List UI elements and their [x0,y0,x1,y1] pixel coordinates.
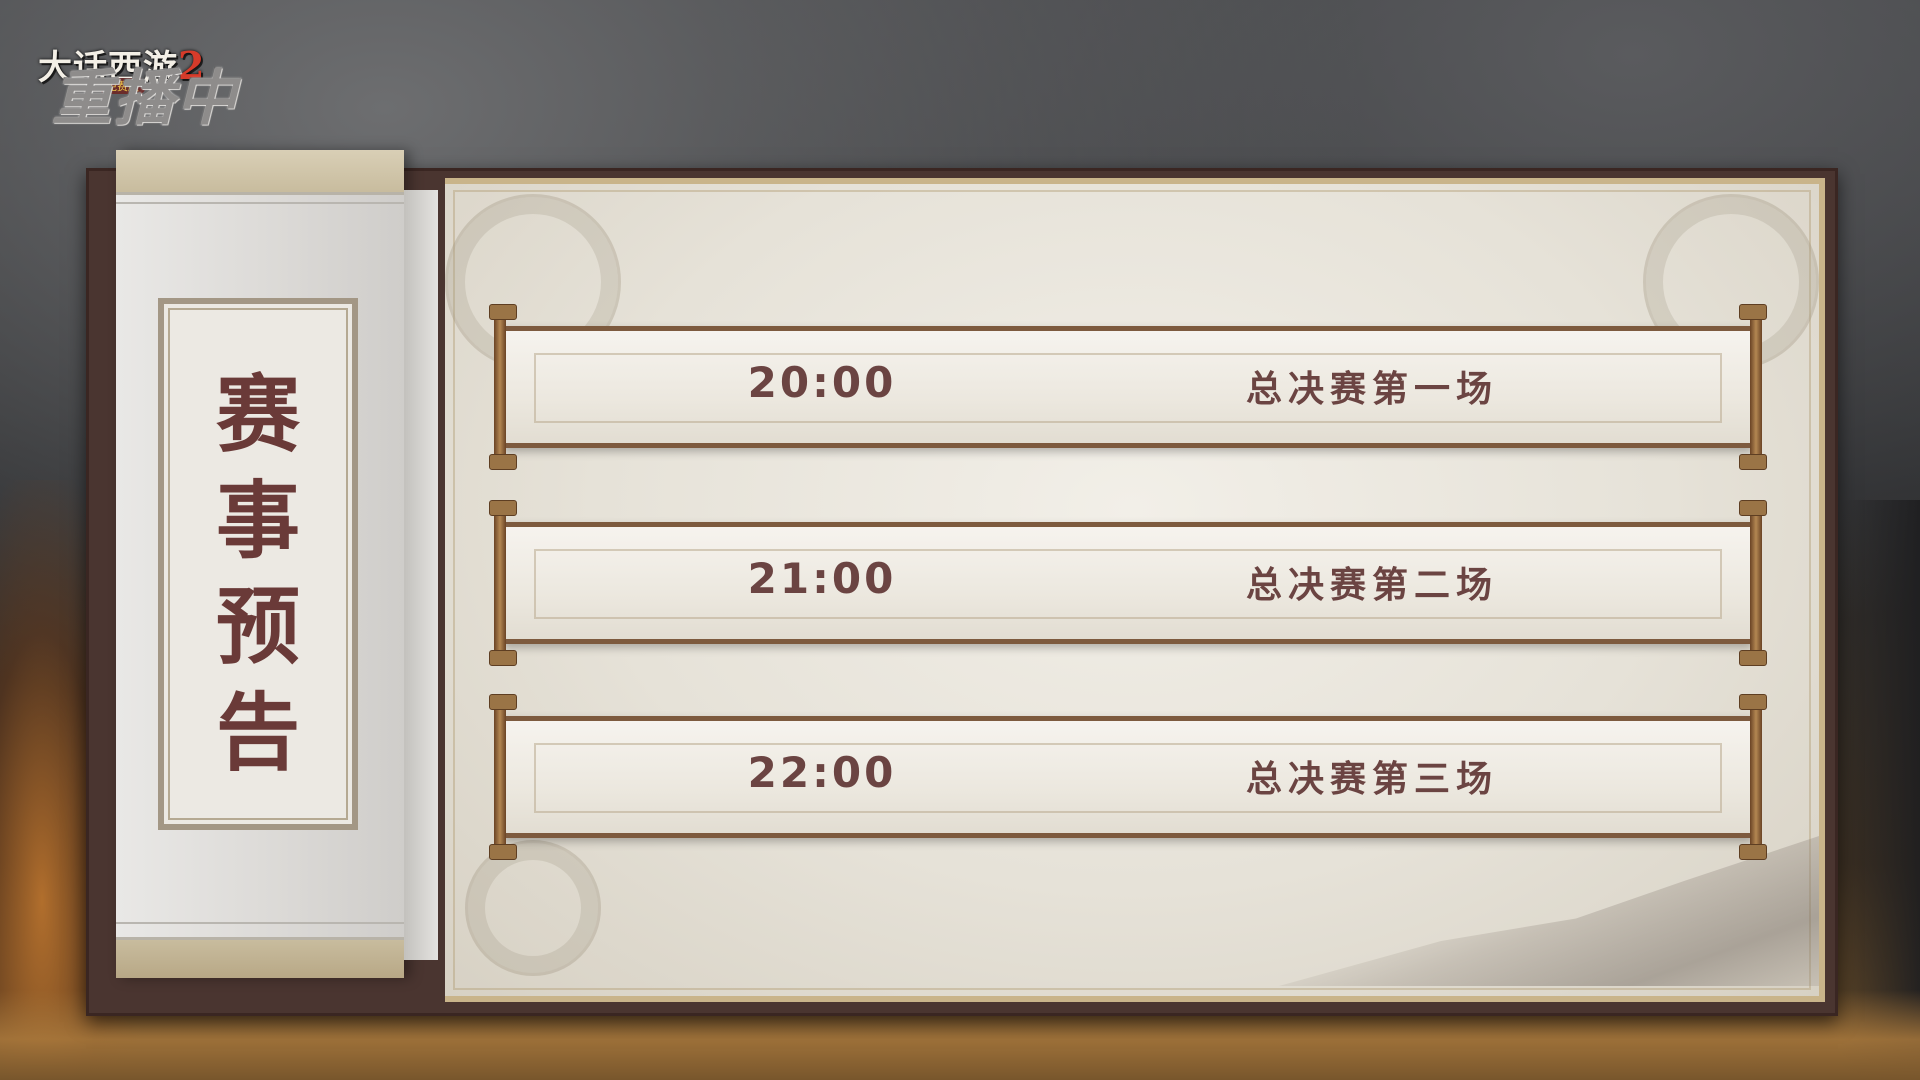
title-frame: 赛 事 预 告 [158,298,358,830]
rod-knob [489,844,517,860]
row-scroll-banner [504,716,1752,838]
rod-knob [1739,454,1767,470]
scroll-rod-right [1739,694,1767,860]
rod-knob [1739,694,1767,710]
scroll-divider [116,922,404,924]
match-time: 20:00 [747,358,897,407]
schedule-row: 21:00 总决赛第二场 [489,500,1767,666]
rod-knob [489,454,517,470]
scroll-divider [116,202,404,204]
scroll-rod-right [1739,500,1767,666]
scroll-cap-top [116,150,404,195]
panel-title-char: 事 [215,471,300,570]
rod-knob [489,650,517,666]
panel-title-char: 赛 [215,365,300,464]
scroll-rod-left [489,304,517,470]
panel-title-char: 预 [215,577,300,676]
rod-knob [489,500,517,516]
match-time: 21:00 [747,554,897,603]
scroll-rod-right [1739,304,1767,470]
match-name: 总决赛第三场 [1245,758,1498,800]
row-scroll-banner [504,326,1752,448]
rod-knob [1739,844,1767,860]
panel-title-char: 告 [215,683,300,782]
rod-knob [1739,304,1767,320]
panel-title: 赛 事 预 告 [164,362,352,786]
schedule-row: 20:00 总决赛第一场 [489,304,1767,470]
rod-knob [489,694,517,710]
title-scroll: 赛 事 预 告 [116,150,438,978]
schedule-row: 22:00 总决赛第三场 [489,694,1767,860]
scroll-cap-bottom [116,937,404,978]
rod-knob [1739,650,1767,666]
scroll-rod-left [489,694,517,860]
match-time: 22:00 [747,748,897,797]
match-name: 总决赛第一场 [1245,368,1498,410]
scroll-roll-edge [404,190,438,960]
rod-knob [489,304,517,320]
cloud-ornament-icon [465,840,601,976]
row-scroll-banner [504,522,1752,644]
replay-status-label: 重播中 [52,64,238,134]
rod-knob [1739,500,1767,516]
scroll-rod-left [489,500,517,666]
match-name: 总决赛第二场 [1245,564,1498,606]
